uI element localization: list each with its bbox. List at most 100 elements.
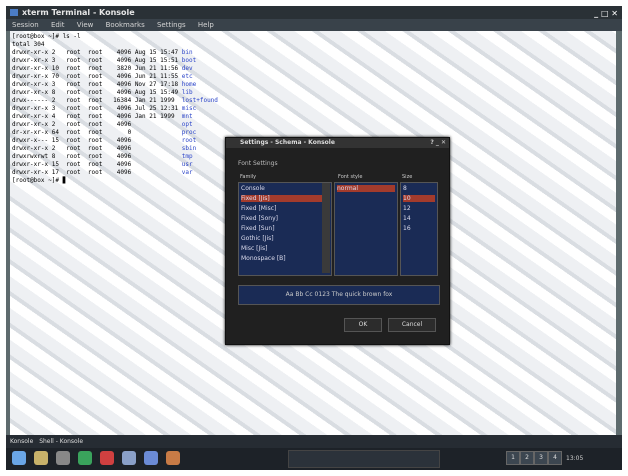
terminal-row-text: drwxr-xr-x 70 root root 4096 Jun 21 11:5… — [12, 73, 182, 80]
family-item[interactable]: Misc [Jis] — [241, 245, 329, 252]
terminal-dir-name: usr — [181, 161, 193, 168]
terminal-dir-name: dev — [181, 65, 193, 72]
terminal-row: drwxrwxrwt 8 root root 4096 tmp — [12, 153, 193, 161]
terminal-row: drwxr-xr-x 70 root root 4096 Jun 21 11:5… — [12, 73, 193, 81]
family-item[interactable]: Fixed [Sun] — [241, 225, 329, 232]
pager-desktop[interactable]: 4 — [548, 451, 562, 465]
terminal-dir-name: proc — [181, 129, 197, 136]
terminal-row-text: drwxr-x--- 15 root root 4096 — [12, 137, 182, 144]
terminal-dir-name: var — [181, 169, 193, 176]
pager-desktop[interactable]: 2 — [520, 451, 534, 465]
window-titlebar[interactable]: xterm Terminal - Konsole _ □ ✕ — [6, 6, 622, 19]
task-konsole[interactable]: Konsole — [10, 438, 33, 445]
dialog-subtitle: Font Settings — [238, 160, 278, 167]
family-scrollbar[interactable] — [322, 183, 330, 273]
style-list[interactable]: normal — [334, 182, 398, 276]
terminal-row: drwxr-xr-x 15 root root 4096 usr — [12, 161, 193, 169]
terminal-row: drwxr-xr-x 2 root root 4096 opt — [12, 121, 193, 129]
size-item[interactable]: 12 — [403, 205, 435, 212]
terminal-dir-name: home — [181, 81, 197, 88]
family-item[interactable]: Console — [241, 185, 329, 192]
terminal-total: total 304 — [12, 41, 45, 48]
clock: 13:05 — [566, 455, 584, 462]
family-item[interactable]: Gothic [Jis] — [241, 235, 329, 242]
size-item[interactable]: 16 — [403, 225, 435, 232]
style-header: Font style — [338, 174, 363, 180]
terminal-row: drwxr-xr-x 17 root root 4096 var — [12, 169, 193, 177]
terminal-row-text: drwx------ 2 root root 16384 Jan 21 1999 — [12, 97, 182, 104]
desktop-screen: xterm Terminal - Konsole _ □ ✕ Session E… — [6, 6, 622, 470]
terminal-dir-name: bin — [181, 49, 193, 56]
terminal-row: drwxr-xr-x 10 root root 3820 Jun 21 11:5… — [12, 65, 193, 73]
help-icon[interactable] — [78, 451, 92, 465]
dialog-title: Settings - Schema - Konsole — [240, 139, 335, 146]
mail-icon[interactable] — [122, 451, 136, 465]
family-item[interactable]: Monospace [B] — [241, 255, 329, 262]
home-icon[interactable] — [34, 451, 48, 465]
family-item[interactable]: Fixed [Misc] — [241, 205, 329, 212]
terminal-row-text: drwxr-xr-x 2 root root 4096 Aug 15 15:47 — [12, 49, 182, 56]
menu-settings[interactable]: Settings — [157, 21, 186, 29]
kde-menu-icon[interactable] — [12, 451, 26, 465]
style-item[interactable]: normal — [337, 185, 395, 192]
browser-icon[interactable] — [100, 451, 114, 465]
terminal-row-text: drwxr-xr-x 3 root root 4096 Nov 27 17:18 — [12, 81, 182, 88]
network-icon[interactable] — [166, 451, 180, 465]
family-list[interactable]: Console Fixed [Jis] Fixed [Misc] Fixed [Son… — [238, 182, 332, 276]
pager-desktop[interactable]: 3 — [534, 451, 548, 465]
menu-bookmarks[interactable]: Bookmarks — [106, 21, 145, 29]
terminal-row-text: dr-xr-xr-x 64 root root 0 — [12, 129, 182, 136]
terminal-row: dr-xr-xr-x 64 root root 0 proc — [12, 129, 196, 137]
dialog-close-icon[interactable]: ? _ ✕ — [430, 138, 446, 148]
taskbar-entry[interactable] — [288, 450, 440, 468]
ok-button[interactable]: OK — [344, 318, 382, 332]
terminal-row-text: drwxr-xr-x 17 root root 4096 — [12, 169, 182, 176]
konsole-icon — [10, 9, 18, 16]
size-item[interactable]: 10 — [403, 195, 435, 202]
taskbar: Konsole Shell - Konsole 13:05 1234 — [6, 435, 622, 470]
terminal-row: drwxr-xr-x 3 root root 4096 Aug 15 15:51… — [12, 57, 196, 65]
terminal-dir-name: lib — [181, 89, 193, 96]
terminal-dir-name: root — [181, 137, 197, 144]
menu-edit[interactable]: Edit — [51, 21, 65, 29]
size-item[interactable]: 14 — [403, 215, 435, 222]
size-list[interactable]: 8 10 12 14 16 — [400, 182, 438, 276]
family-header: Family — [240, 174, 257, 180]
terminal-row: drwxr-xr-x 2 root root 4096 Aug 15 15:47… — [12, 49, 193, 57]
terminal-prompt: [root@box ~]# ▊ — [12, 177, 67, 184]
terminal-dir-name: tmp — [181, 153, 193, 160]
menu-view[interactable]: View — [77, 21, 94, 29]
terminal-icon[interactable] — [56, 451, 70, 465]
font-sample: Aa Bb Cc 0123 The quick brown fox — [238, 285, 440, 305]
terminal-row-text: drwxr-xr-x 2 root root 4096 — [12, 121, 182, 128]
pager-desktop[interactable]: 1 — [506, 451, 520, 465]
terminal-row-text: drwxr-xr-x 4 root root 4096 Jan 21 1999 — [12, 113, 182, 120]
terminal-dir-name: opt — [181, 121, 193, 128]
terminal-row-text: drwxr-xr-x 3 root root 4096 Jul 25 12:31 — [12, 105, 182, 112]
family-item[interactable]: Fixed [Sony] — [241, 215, 329, 222]
editor-icon[interactable] — [144, 451, 158, 465]
menu-session[interactable]: Session — [12, 21, 39, 29]
window-title: xterm Terminal - Konsole — [22, 8, 135, 17]
terminal-row: drwxr-xr-x 3 root root 4096 Nov 27 17:18… — [12, 81, 196, 89]
terminal-row-text: drwxr-xr-x 2 root root 4096 — [12, 145, 182, 152]
task-list: Konsole Shell - Konsole — [6, 435, 622, 448]
size-header: Size — [402, 174, 413, 180]
family-item[interactable]: Fixed [Jis] — [241, 195, 329, 202]
terminal-row: drwx------ 2 root root 16384 Jan 21 1999… — [12, 97, 218, 105]
menubar: Session Edit View Bookmarks Settings Hel… — [6, 19, 622, 31]
terminal-row-text: drwxr-xr-x 8 root root 4096 Aug 15 15:49 — [12, 89, 182, 96]
terminal-dir-name: boot — [181, 57, 197, 64]
terminal-dir-name: lost+found — [181, 97, 218, 104]
terminal-row: drwxr-xr-x 2 root root 4096 sbin — [12, 145, 196, 153]
cancel-button[interactable]: Cancel — [388, 318, 436, 332]
terminal-command: [root@box ~]# ls -l — [12, 33, 81, 40]
task-shell[interactable]: Shell - Konsole — [39, 438, 83, 445]
size-item[interactable]: 8 — [403, 185, 435, 192]
terminal-row-text: drwxr-xr-x 15 root root 4096 — [12, 161, 182, 168]
dialog-titlebar[interactable]: Settings - Schema - Konsole ? _ ✕ — [226, 138, 449, 148]
terminal-row: drwxr-xr-x 4 root root 4096 Jan 21 1999 … — [12, 113, 193, 121]
terminal-row: drwxr-x--- 15 root root 4096 root — [12, 137, 196, 145]
menu-help[interactable]: Help — [198, 21, 214, 29]
terminal-dir-name: mnt — [181, 113, 193, 120]
